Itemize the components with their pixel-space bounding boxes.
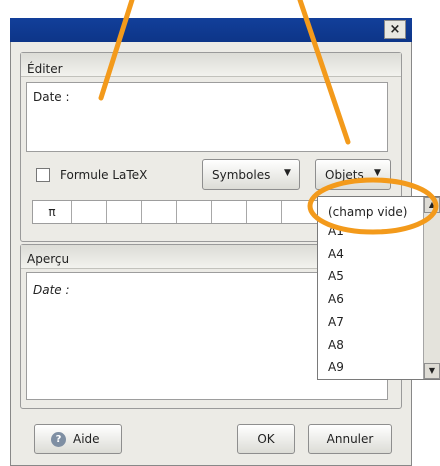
symbol-cell[interactable] [107, 201, 142, 223]
symbol-cell[interactable] [247, 201, 282, 223]
chevron-down-icon: ▼ [284, 168, 291, 178]
symbol-cell[interactable] [177, 201, 212, 223]
edit-text-content: Date : [33, 90, 70, 104]
help-label: Aide [73, 432, 100, 446]
dropdown-item-a7[interactable]: A7 [318, 315, 423, 329]
symbols-button[interactable]: Symboles ▼ [202, 159, 300, 190]
latex-checkbox[interactable] [36, 168, 50, 182]
dropdown-item-a1[interactable]: A1 [318, 224, 423, 238]
symbol-row: π [32, 200, 330, 224]
dropdown-item-a5[interactable]: A5 [318, 269, 423, 283]
cancel-button[interactable]: Annuler [308, 424, 392, 454]
symbol-cell-pi[interactable]: π [33, 201, 72, 223]
ok-label: OK [257, 432, 275, 446]
edit-text-area[interactable]: Date : [26, 82, 388, 152]
dropdown-item-empty[interactable]: (champ vide) [318, 205, 423, 219]
edit-section-label: Éditer [27, 62, 63, 76]
close-icon: × [389, 22, 401, 37]
preview-content: Date : [33, 283, 70, 297]
symbol-pi: π [48, 205, 56, 219]
dropdown-item-a6[interactable]: A6 [318, 292, 423, 306]
symbols-label: Symboles [212, 168, 271, 182]
dropdown-item-a4[interactable]: A4 [318, 247, 423, 261]
preview-section-label: Aperçu [27, 252, 70, 266]
cancel-label: Annuler [326, 432, 374, 446]
objects-dropdown[interactable]: (champ vide) A1 A4 A5 A6 A7 A8 A9 ▲ ▼ [317, 196, 440, 380]
dropdown-scrollbar[interactable]: ▲ ▼ [423, 197, 440, 379]
scroll-up-icon[interactable]: ▲ [424, 197, 440, 213]
symbol-cell[interactable] [142, 201, 177, 223]
objects-button[interactable]: Objets ▼ [315, 159, 391, 190]
window-icon [14, 5, 27, 18]
close-button[interactable]: × [384, 20, 406, 39]
dropdown-item-a8[interactable]: A8 [318, 338, 423, 352]
dropdown-item-a9[interactable]: A9 [318, 360, 423, 374]
symbol-cell[interactable] [212, 201, 247, 223]
help-button[interactable]: ? Aide [34, 424, 122, 454]
title-bar[interactable] [10, 18, 412, 42]
chevron-down-icon: ▼ [374, 168, 381, 178]
symbol-cell[interactable] [282, 201, 316, 223]
dropdown-list: (champ vide) A1 A4 A5 A6 A7 A8 A9 [318, 197, 423, 379]
ok-button[interactable]: OK [237, 424, 295, 454]
latex-label: Formule LaTeX [60, 168, 148, 182]
edit-header [21, 53, 401, 77]
window-title: Texte [30, 3, 70, 18]
symbol-cell[interactable] [72, 201, 107, 223]
scroll-down-icon[interactable]: ▼ [424, 363, 440, 379]
help-circle-icon: ? [51, 432, 66, 447]
objects-label: Objets [325, 168, 364, 182]
